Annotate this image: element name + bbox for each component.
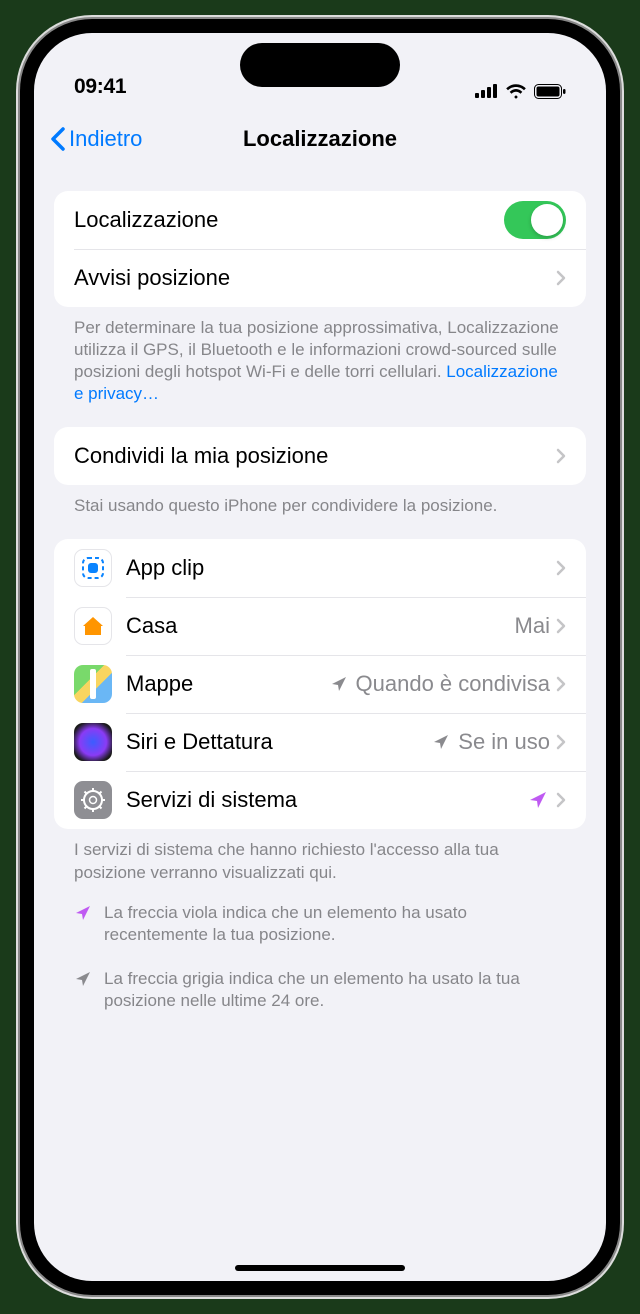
chevron-right-icon xyxy=(556,734,566,750)
signal-icon xyxy=(475,84,498,98)
location-toggle[interactable] xyxy=(504,201,566,239)
phone-frame: 09:41 Indietro Localizzazione Localizzaz… xyxy=(20,19,620,1295)
maps-icon xyxy=(74,665,112,703)
row-mappe[interactable]: Mappe Quando è condivisa xyxy=(54,655,586,713)
app-detail: Mai xyxy=(515,613,550,639)
battery-icon xyxy=(534,84,566,99)
gear-icon xyxy=(74,781,112,819)
app-label: Servizi di sistema xyxy=(126,787,528,813)
screen: 09:41 Indietro Localizzazione Localizzaz… xyxy=(34,33,606,1281)
siri-icon xyxy=(74,723,112,761)
app-label: App clip xyxy=(126,555,556,581)
chevron-right-icon xyxy=(556,560,566,576)
row-share-location[interactable]: Condividi la mia posizione xyxy=(54,427,586,485)
footer-apps-info: I servizi di sistema che hanno richiesto… xyxy=(54,829,586,883)
chevron-right-icon xyxy=(556,618,566,634)
app-detail: Se in uso xyxy=(458,729,550,755)
row-app-clip[interactable]: App clip xyxy=(54,539,586,597)
back-button[interactable]: Indietro xyxy=(50,126,142,152)
row-system-services[interactable]: Servizi di sistema xyxy=(54,771,586,829)
chevron-right-icon xyxy=(556,448,566,464)
group-share: Condividi la mia posizione xyxy=(54,427,586,485)
location-arrow-gray-icon xyxy=(432,733,450,751)
app-label: Mappe xyxy=(126,671,330,697)
alerts-label: Avvisi posizione xyxy=(74,265,556,291)
group-apps: App clip Casa Mai Mappe Quando è condivi… xyxy=(54,539,586,829)
group-location: Localizzazione Avvisi posizione xyxy=(54,191,586,307)
toggle-label: Localizzazione xyxy=(74,207,504,233)
content[interactable]: Localizzazione Avvisi posizione Per dete… xyxy=(34,169,606,1261)
chevron-left-icon xyxy=(50,127,65,151)
chevron-right-icon xyxy=(556,676,566,692)
dynamic-island xyxy=(240,43,400,87)
footer-location-info: Per determinare la tua posizione appross… xyxy=(54,307,586,405)
location-arrow-purple-icon xyxy=(528,790,548,810)
status-time: 09:41 xyxy=(74,75,126,99)
back-label: Indietro xyxy=(69,126,142,152)
share-label: Condividi la mia posizione xyxy=(74,443,556,469)
row-location-toggle[interactable]: Localizzazione xyxy=(54,191,586,249)
legend-text: La freccia viola indica che un elemento … xyxy=(104,902,566,946)
location-arrow-purple-icon xyxy=(74,904,92,922)
legend-purple: La freccia viola indica che un elemento … xyxy=(54,898,586,950)
footer-share-info: Stai usando questo iPhone per condivider… xyxy=(54,485,586,517)
legend-gray: La freccia grigia indica che un elemento… xyxy=(54,964,586,1016)
row-siri[interactable]: Siri e Dettatura Se in uso xyxy=(54,713,586,771)
location-arrow-gray-icon xyxy=(330,675,348,693)
app-detail: Quando è condivisa xyxy=(356,671,550,697)
status-icons xyxy=(475,83,566,99)
chevron-right-icon xyxy=(556,270,566,286)
app-label: Casa xyxy=(126,613,515,639)
chevron-right-icon xyxy=(556,792,566,808)
home-indicator[interactable] xyxy=(235,1265,405,1271)
page-title: Localizzazione xyxy=(243,126,397,152)
app-label: Siri e Dettatura xyxy=(126,729,432,755)
nav-bar: Indietro Localizzazione xyxy=(34,109,606,169)
row-casa[interactable]: Casa Mai xyxy=(54,597,586,655)
wifi-icon xyxy=(505,83,527,99)
row-location-alerts[interactable]: Avvisi posizione xyxy=(54,249,586,307)
location-arrow-gray-icon xyxy=(74,970,92,988)
legend-text: La freccia grigia indica che un elemento… xyxy=(104,968,566,1012)
home-icon xyxy=(74,607,112,645)
app-clip-icon xyxy=(74,549,112,587)
